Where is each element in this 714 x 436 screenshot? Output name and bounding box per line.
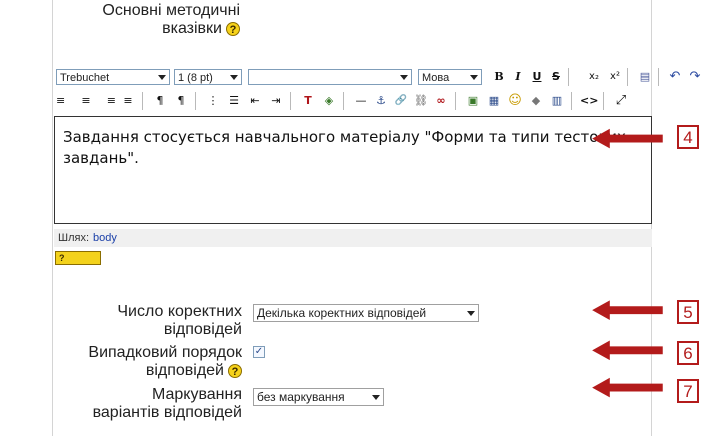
chevron-down-icon (158, 75, 166, 80)
fullscreen-button[interactable]: ⤢ (612, 92, 630, 110)
indent-button[interactable]: ⇥ (267, 92, 285, 110)
editor-textarea[interactable]: Завдання стосується навчального матеріал… (54, 116, 652, 224)
editor-toolbar-row-2: ≡ ≡ ≡ ≡ ¶ ¶ ⋮ ☰ ⇤ ⇥ T ◈ — ⚓ 🔗 ⛓ ∞ ▣ ▦ ☺ … (54, 89, 652, 113)
correct-answers-label-line1: Число коректних (117, 303, 242, 320)
toolbar-separator (290, 92, 291, 110)
toolbar-separator (195, 92, 196, 110)
toolbar-separator (343, 92, 344, 110)
undo-button[interactable]: ↶ (666, 68, 684, 86)
text-color-button[interactable]: T (299, 92, 317, 110)
editor-path-bar: Шлях: body (54, 229, 652, 247)
toolbar-separator (568, 68, 569, 86)
anchor-button[interactable]: ⚓ (372, 92, 390, 110)
path-label: Шлях: (58, 232, 90, 244)
outdent-button[interactable]: ⇤ (246, 92, 264, 110)
font-size-select[interactable]: 1 (8 pt) (174, 69, 242, 85)
editor-toolbar-row-1: Trebuchet 1 (8 pt) Мова B I U S x₂ x² ▤ … (54, 66, 714, 88)
numbering-select[interactable]: без маркування (253, 388, 384, 406)
chevron-down-icon (467, 311, 475, 316)
insert-table-button[interactable]: ▦ (485, 92, 503, 110)
ltr-button[interactable]: ¶ (151, 92, 169, 110)
link-button[interactable]: 🔗 (392, 92, 410, 110)
callout-number-4: 4 (677, 125, 699, 149)
language-select[interactable]: Мова (418, 69, 482, 85)
background-color-button[interactable]: ◈ (320, 92, 338, 110)
rtl-button[interactable]: ¶ (172, 92, 190, 110)
shuffle-label-line2: відповідей (145, 362, 224, 379)
editor-content: Завдання стосується навчального матеріал… (63, 128, 626, 167)
toolbar-separator (658, 68, 659, 86)
chevron-down-icon (400, 75, 408, 80)
format-select[interactable] (248, 69, 412, 85)
unlink-button[interactable]: ⛓ (412, 92, 430, 110)
clean-word-button[interactable]: ▤ (636, 68, 654, 86)
toolbar-separator (142, 92, 143, 110)
shuffle-checkbox[interactable]: ✓ (253, 346, 265, 358)
toolbar-separator (571, 92, 572, 110)
italic-button[interactable]: I (509, 68, 527, 86)
correct-answers-label-line2: відповідей (163, 321, 242, 338)
guidelines-label-line1: Основні методичні (102, 2, 240, 19)
unordered-list-button[interactable]: ☰ (225, 92, 243, 110)
strikethrough-button[interactable]: S (547, 68, 565, 86)
toolbar-separator (603, 92, 604, 110)
font-family-select[interactable]: Trebuchet (56, 69, 170, 85)
correct-answers-select[interactable]: Декілька коректних відповідей (253, 304, 479, 322)
numbering-label-line2: варіантів відповідей (92, 404, 242, 421)
help-icon[interactable]: ? (228, 363, 242, 378)
path-body-link[interactable]: body (93, 232, 117, 244)
correct-answers-label: Число коректних відповідей (70, 303, 242, 339)
keyboard-help-icon[interactable]: ? (55, 251, 101, 265)
justify-full-button[interactable]: ≡ (119, 92, 137, 110)
ordered-list-button[interactable]: ⋮ (204, 92, 222, 110)
callout-number-5: 5 (677, 300, 699, 324)
special-chars-button[interactable]: ◆ (527, 92, 545, 110)
chevron-down-icon (372, 395, 380, 400)
justify-center-button[interactable]: ≡ (77, 92, 95, 110)
insert-image-button[interactable]: ▣ (464, 92, 482, 110)
chevron-down-icon (470, 75, 478, 80)
callout-number-7: 7 (677, 379, 699, 403)
justify-right-button[interactable]: ≡ (98, 92, 116, 110)
callout-number-6: 6 (677, 341, 699, 365)
underline-button[interactable]: U (528, 68, 546, 86)
redo-button[interactable]: ↷ (686, 68, 704, 86)
numbering-label: Маркування варіантів відповідей (40, 386, 242, 422)
guidelines-label-line2: вказівки (162, 20, 222, 37)
justify-left-button[interactable]: ≡ (56, 92, 74, 110)
superscript-button[interactable]: x² (606, 68, 624, 86)
horizontal-rule-button[interactable]: — (352, 92, 370, 110)
toolbar-separator (627, 68, 628, 86)
paste-button[interactable]: ▥ (548, 92, 566, 110)
guidelines-label: Основні методичні вказівки? (80, 2, 240, 38)
subscript-button[interactable]: x₂ (585, 68, 603, 86)
toolbar-separator (455, 92, 456, 110)
smiley-button[interactable]: ☺ (506, 92, 524, 110)
chevron-down-icon (230, 75, 238, 80)
html-source-button[interactable]: <> (580, 92, 598, 110)
shuffle-label: Випадковий порядок відповідей? (40, 344, 242, 380)
help-icon[interactable]: ? (226, 21, 240, 36)
nolink-button[interactable]: ∞ (432, 92, 450, 110)
numbering-label-line1: Маркування (151, 386, 242, 403)
shuffle-label-line1: Випадковий порядок (88, 344, 242, 361)
bold-button[interactable]: B (490, 68, 508, 86)
